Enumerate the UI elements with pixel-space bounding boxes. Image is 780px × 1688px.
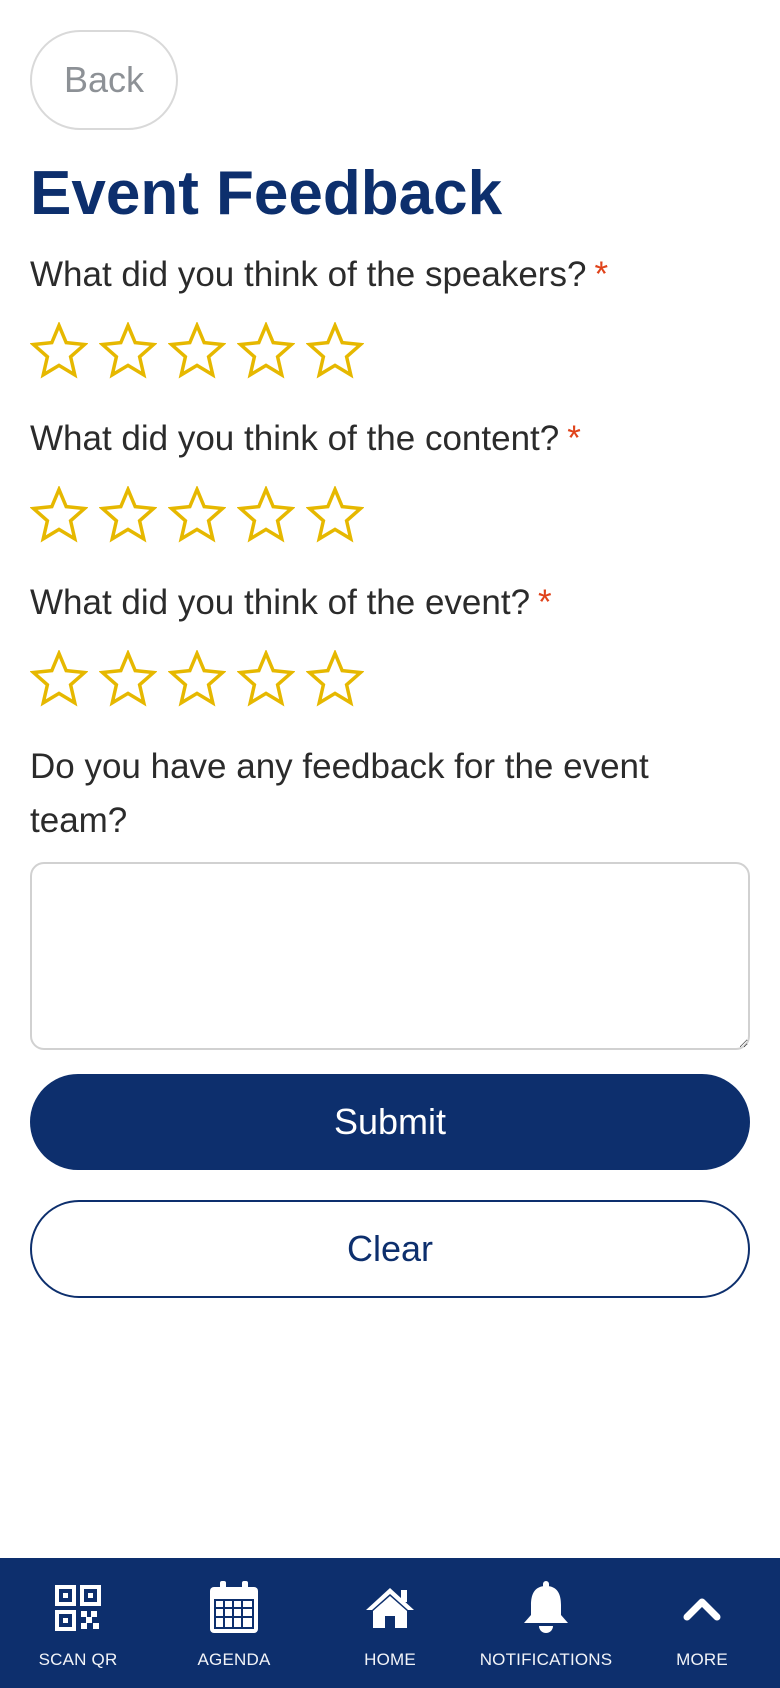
star-icon[interactable] (99, 322, 157, 380)
question-label: What did you think of the speakers? (30, 255, 587, 294)
nav-label: HOME (364, 1650, 416, 1669)
feedback-textarea[interactable] (30, 862, 750, 1050)
required-marker: * (594, 255, 609, 294)
question-speakers: What did you think of the speakers? * (30, 248, 750, 302)
nav-item-notifications[interactable]: NOTIFICATIONS (468, 1558, 624, 1688)
question-event: What did you think of the event? * (30, 576, 750, 630)
bottom-nav: SCAN QR AGENDA HOME NOTIFICATIONS MORE (0, 1558, 780, 1688)
required-marker: * (567, 419, 581, 458)
star-icon[interactable] (306, 650, 364, 708)
qr-code-icon (50, 1580, 106, 1636)
bell-icon (518, 1580, 574, 1636)
question-label: What did you think of the event? (30, 583, 531, 622)
star-icon[interactable] (168, 486, 226, 544)
star-icon[interactable] (30, 322, 88, 380)
star-icon[interactable] (30, 650, 88, 708)
star-icon[interactable] (237, 650, 295, 708)
chevron-up-icon (674, 1580, 730, 1636)
question-label: What did you think of the content? (30, 419, 560, 458)
nav-item-agenda[interactable]: AGENDA (156, 1558, 312, 1688)
nav-item-scan-qr[interactable]: SCAN QR (0, 1558, 156, 1688)
star-icon[interactable] (306, 486, 364, 544)
nav-label: MORE (676, 1650, 728, 1669)
clear-button[interactable]: Clear (30, 1200, 750, 1298)
star-rating-event (30, 650, 750, 712)
home-icon (362, 1580, 418, 1636)
star-icon[interactable] (99, 650, 157, 708)
event-feedback-screen: Back Event Feedback What did you think o… (0, 0, 780, 1688)
nav-label: NOTIFICATIONS (479, 1650, 613, 1669)
question-content: What did you think of the content? * (30, 412, 750, 466)
calendar-icon (206, 1580, 262, 1636)
star-icon[interactable] (99, 486, 157, 544)
star-icon[interactable] (306, 322, 364, 380)
feedback-form: Back Event Feedback What did you think o… (30, 30, 750, 1298)
required-marker: * (538, 583, 552, 622)
submit-button[interactable]: Submit (30, 1074, 750, 1170)
back-button[interactable]: Back (30, 30, 178, 130)
nav-item-home[interactable]: HOME (312, 1558, 468, 1688)
star-icon[interactable] (168, 322, 226, 380)
page-title: Event Feedback (30, 159, 503, 228)
star-rating-content (30, 486, 750, 548)
star-icon[interactable] (168, 650, 226, 708)
nav-item-more[interactable]: MORE (624, 1558, 780, 1688)
star-rating-speakers (30, 322, 750, 384)
nav-label: AGENDA (197, 1650, 271, 1669)
feedback-question-label: Do you have any feedback for the event t… (30, 747, 649, 840)
star-icon[interactable] (237, 486, 295, 544)
star-icon[interactable] (30, 486, 88, 544)
star-icon[interactable] (237, 322, 295, 380)
nav-label: SCAN QR (38, 1650, 118, 1669)
